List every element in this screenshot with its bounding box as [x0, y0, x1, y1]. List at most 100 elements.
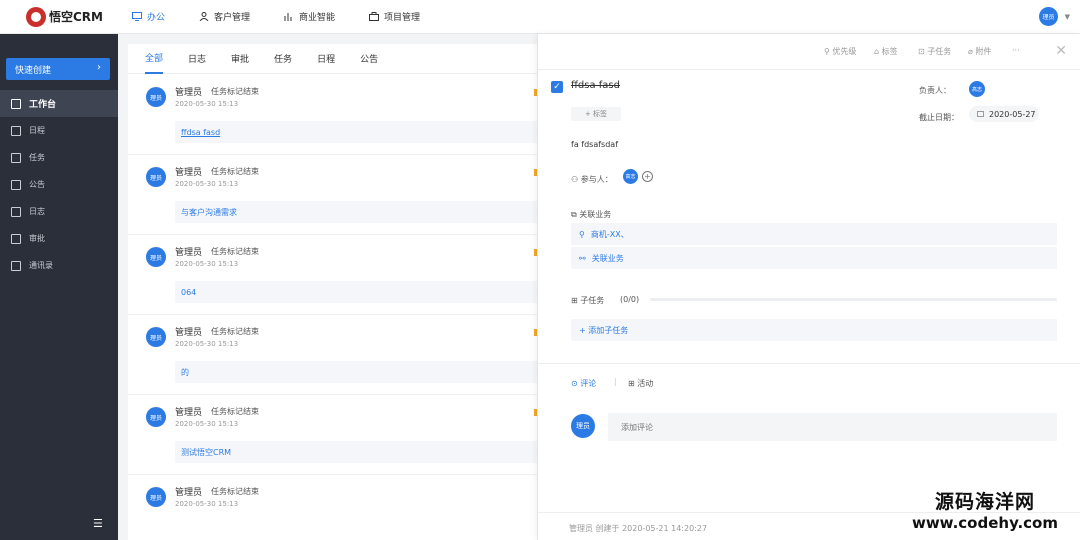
task-description[interactable]: fa fdsafsdaf [571, 140, 618, 149]
sidebar-item-label: 通讯录 [29, 261, 53, 270]
tag-button[interactable]: ⌂ 标签 [874, 46, 898, 57]
chain-icon: ⚯ [579, 253, 586, 263]
author-name: 管理员 [175, 248, 203, 258]
sidebar-menu: 工作台 日程 任务 公告 日志 审批 通讯录 [0, 90, 118, 279]
sidebar-item-approval[interactable]: 审批 [0, 225, 118, 252]
contacts-icon [11, 260, 21, 271]
journal-icon [11, 206, 21, 217]
add-tag-button[interactable]: + 标签 [571, 107, 621, 121]
subtask-icon: ⊡ [918, 47, 928, 56]
author-name: 管理员 [175, 88, 203, 98]
avatar[interactable]: 理员 [146, 487, 166, 507]
tab-task[interactable]: 任务 [274, 44, 292, 74]
checkbox-icon [11, 152, 21, 163]
avatar[interactable]: 理员 [146, 327, 166, 347]
collapse-menu-icon[interactable]: ☰ [93, 517, 103, 530]
comment-input[interactable] [608, 413, 1057, 441]
tab-activity[interactable]: ⊞ 活动 [628, 378, 653, 389]
list-tabs: 全部 日志 审批 任务 日程 公告 [128, 44, 548, 74]
sidebar-item-label: 任务 [29, 153, 45, 162]
nav-label: 项目管理 [384, 13, 421, 23]
chevron-down-icon[interactable]: ▼ [1065, 13, 1070, 21]
comment-avatar: 理员 [571, 414, 595, 438]
tab-comments[interactable]: ⊙ 评论 [571, 378, 596, 389]
related-item[interactable]: ⚲ 商机-XX、 [571, 223, 1057, 245]
task-complete-checkbox[interactable]: ✓ [551, 81, 563, 93]
task-title[interactable]: ffdsa fasd [571, 80, 620, 91]
nav-customer[interactable]: 客户管理 [199, 0, 250, 34]
nav-label: 商业智能 [299, 13, 336, 23]
stamp-icon [11, 233, 21, 244]
avatar[interactable]: 理员 [146, 407, 166, 427]
tab-all[interactable]: 全部 [145, 44, 164, 74]
subtask-progress-bar [650, 298, 1057, 301]
add-subtask-button[interactable]: + 添加子任务 [571, 319, 1057, 341]
user-avatar[interactable]: 理员 [1039, 7, 1058, 26]
author-name: 管理员 [175, 168, 203, 178]
owner-avatar[interactable]: 高志 [969, 81, 985, 97]
divider [538, 363, 1080, 364]
priority-button[interactable]: ⚲ 优先级 [824, 46, 856, 57]
watermark: 源码海洋网 www.codehy.com [912, 487, 1058, 532]
list-item[interactable]: 理员 管理员 任务标记结束 2020-05-30 15:13 [128, 475, 538, 540]
avatar[interactable]: 理员 [146, 87, 166, 107]
activity-time: 2020-05-30 15:13 [175, 420, 239, 428]
megaphone-icon [11, 179, 21, 190]
quick-create-button[interactable]: 快速创建 › [6, 58, 110, 80]
watermark-url: www.codehy.com [911, 514, 1058, 532]
app-logo[interactable]: 悟空CRM [26, 6, 126, 27]
content-text: 与客户沟通需求 [181, 207, 237, 217]
tab-separator: | [614, 377, 617, 386]
due-date-picker[interactable]: 2020-05-27 [969, 106, 1039, 122]
activity-content-link[interactable]: 064 [175, 281, 537, 303]
user-icon [199, 12, 209, 21]
tag-icon: ⌂ [874, 47, 882, 56]
activity-content-link[interactable]: 测试悟空CRM [175, 441, 537, 463]
related-item-label: 商机-XX、 [590, 229, 629, 239]
list-item[interactable]: 理员 管理员 任务标记结束 2020-05-30 15:13 ffdsa fas… [128, 75, 538, 155]
sidebar-item-announcement[interactable]: 公告 [0, 171, 118, 198]
activity-content-link[interactable]: 与客户沟通需求 [175, 201, 537, 223]
avatar[interactable]: 理员 [146, 167, 166, 187]
monitor-icon [11, 98, 21, 109]
sidebar-item-workbench[interactable]: 工作台 [0, 90, 118, 117]
add-related-business[interactable]: ⚯ 关联业务 [571, 247, 1057, 269]
tab-schedule[interactable]: 日程 [317, 44, 335, 74]
tab-announcement[interactable]: 公告 [360, 44, 378, 74]
related-item-label: 关联业务 [591, 253, 624, 263]
close-icon[interactable]: ✕ [1055, 43, 1067, 59]
sidebar-item-task[interactable]: 任务 [0, 144, 118, 171]
list-item[interactable]: 理员 管理员 任务标记结束 2020-05-30 15:13 064 [128, 235, 538, 315]
nav-office[interactable]: 办公 [132, 0, 165, 34]
sidebar-item-log[interactable]: 日志 [0, 198, 118, 225]
chevron-right-icon: › [97, 62, 101, 73]
monitor-icon [132, 12, 142, 21]
tab-log[interactable]: 日志 [188, 44, 206, 74]
subtask-button[interactable]: ⊡ 子任务 [918, 46, 951, 57]
add-participant-icon[interactable]: + [642, 171, 653, 182]
author-name: 管理员 [175, 408, 203, 418]
avatar[interactable]: 理员 [146, 247, 166, 267]
sidebar-item-label: 审批 [29, 234, 45, 243]
sidebar-item-schedule[interactable]: 日程 [0, 117, 118, 144]
activity-content-link[interactable]: 的 [175, 361, 537, 383]
nav-project[interactable]: 项目管理 [369, 0, 420, 34]
activity-time: 2020-05-30 15:13 [175, 340, 239, 348]
sidebar-item-contacts[interactable]: 通讯录 [0, 252, 118, 279]
sidebar-item-label: 日志 [29, 207, 45, 216]
participant-avatar[interactable]: 高志 [623, 169, 638, 184]
check-icon: ✓ [553, 82, 561, 92]
nav-label: 办公 [147, 13, 166, 23]
list-item[interactable]: 理员 管理员 任务标记结束 2020-05-30 15:13 的 [128, 315, 538, 395]
more-button[interactable]: ··· [1012, 46, 1020, 55]
nav-bi[interactable]: 商业智能 [284, 0, 335, 34]
activity-icon: ⊞ [628, 379, 638, 388]
attachment-button[interactable]: ⌀ 附件 [968, 46, 991, 57]
activity-action: 任务标记结束 [211, 87, 259, 96]
list-item[interactable]: 理员 管理员 任务标记结束 2020-05-30 15:13 测试悟空CRM [128, 395, 538, 475]
logo-text: 悟空CRM [49, 10, 103, 24]
tab-approval[interactable]: 审批 [231, 44, 249, 74]
list-item[interactable]: 理员 管理员 任务标记结束 2020-05-30 15:13 与客户沟通需求 [128, 155, 538, 235]
subtask-section-text: 子任务 [580, 296, 605, 305]
activity-content-link[interactable]: ffdsa fasd [175, 121, 537, 143]
